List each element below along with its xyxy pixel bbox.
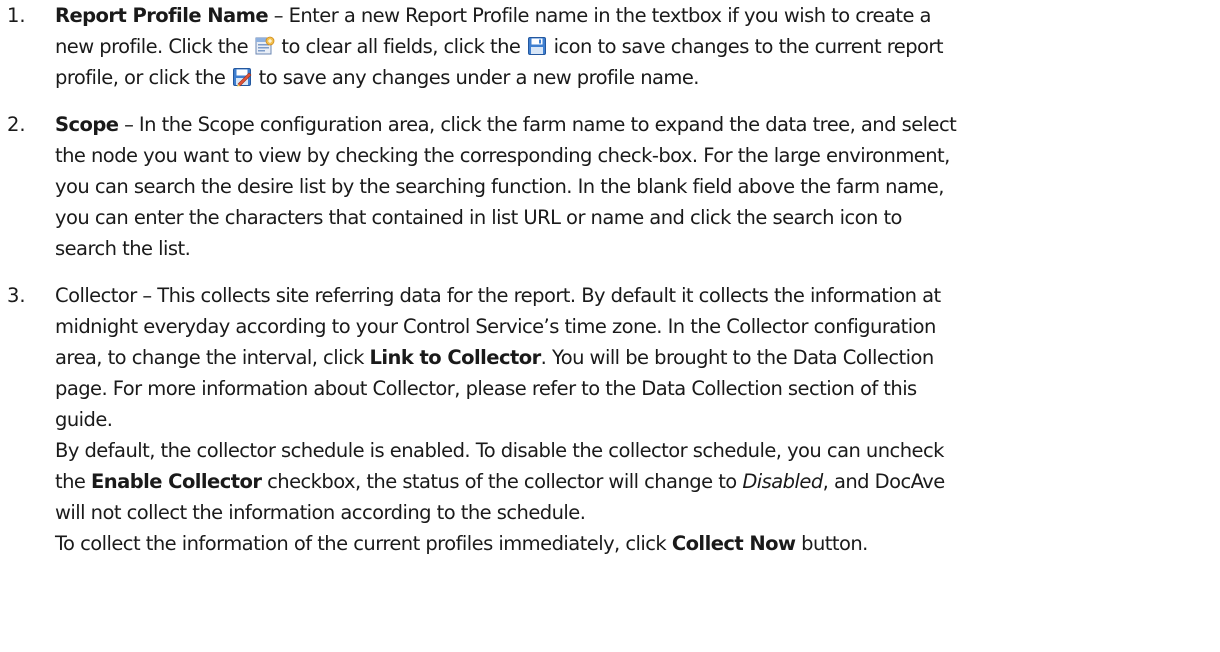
text-line: Collector – This collects site referring… <box>55 284 941 307</box>
document-page: 1. Report Profile Name – Enter a new Rep… <box>0 0 1220 652</box>
save-as-icon <box>232 67 252 87</box>
text-line: will not collect the information accordi… <box>55 501 586 524</box>
text-line: By default, the collector schedule is en… <box>55 439 944 462</box>
text-line: you can search the desire list by the se… <box>55 175 944 198</box>
clear-fields-icon <box>255 36 275 56</box>
text-line: Scope – In the Scope configuration area,… <box>55 113 957 136</box>
text-line: the Enable Collector checkbox, the statu… <box>55 470 945 493</box>
term-report-profile-name: Report Profile Name <box>55 4 269 27</box>
text-line: you can enter the characters that contai… <box>55 206 902 229</box>
text-line: To collect the information of the curren… <box>55 532 868 555</box>
text-line: new profile. Click the to clear all fiel… <box>55 35 944 58</box>
list-number: 1. <box>7 4 26 27</box>
term-collect-now: Collect Now <box>671 532 796 555</box>
text-line: guide. <box>55 408 113 431</box>
text-line: Report Profile Name – Enter a new Report… <box>55 4 932 27</box>
text-line: profile, or click the to save any change… <box>55 66 700 89</box>
text-line: the node you want to view by checking th… <box>55 144 950 167</box>
term-link-to-collector: Link to Collector <box>369 346 542 369</box>
list-number: 3. <box>7 284 26 307</box>
term-enable-collector: Enable Collector <box>91 470 262 493</box>
term-disabled: Disabled <box>742 470 823 493</box>
text-line: area, to change the interval, click Link… <box>55 346 934 369</box>
text-line: search the list. <box>55 237 191 260</box>
term-scope: Scope <box>55 113 119 136</box>
text-line: page. For more information about Collect… <box>55 377 917 400</box>
save-icon <box>527 36 547 56</box>
list-number: 2. <box>7 113 26 136</box>
text-line: midnight everyday according to your Cont… <box>55 315 936 338</box>
